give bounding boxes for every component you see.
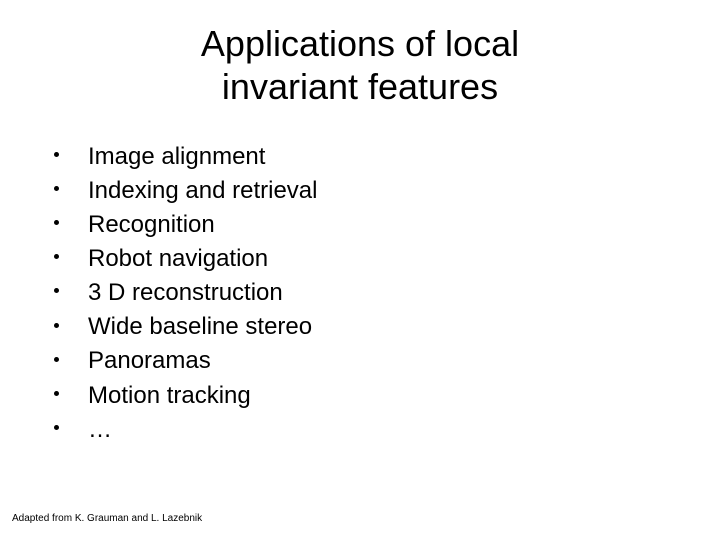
list-item: Indexing and retrieval: [48, 174, 317, 208]
bullet-list: Image alignment Indexing and retrieval R…: [48, 140, 317, 447]
list-item: Panoramas: [48, 344, 317, 378]
credit-text: Adapted from K. Grauman and L. Lazebnik: [12, 513, 202, 524]
bullet-icon: [48, 379, 88, 413]
bullet-icon: [48, 242, 88, 276]
title-line-2: invariant features: [222, 66, 498, 107]
slide-body: Image alignment Indexing and retrieval R…: [48, 140, 317, 447]
list-item: Motion tracking: [48, 379, 317, 413]
bullet-icon: [48, 208, 88, 242]
slide: Applications of local invariant features…: [0, 0, 720, 540]
list-item: 3 D reconstruction: [48, 276, 317, 310]
list-item-text: 3 D reconstruction: [88, 276, 283, 310]
list-item-text: Robot navigation: [88, 242, 268, 276]
list-item: …: [48, 413, 317, 447]
list-item-text: Image alignment: [88, 140, 265, 174]
list-item: Wide baseline stereo: [48, 310, 317, 344]
bullet-icon: [48, 344, 88, 378]
bullet-icon: [48, 174, 88, 208]
bullet-icon: [48, 310, 88, 344]
title-line-1: Applications of local: [201, 23, 519, 64]
bullet-icon: [48, 276, 88, 310]
bullet-icon: [48, 413, 88, 447]
list-item-text: Panoramas: [88, 344, 211, 378]
list-item-text: …: [88, 413, 112, 447]
bullet-icon: [48, 140, 88, 174]
list-item-text: Indexing and retrieval: [88, 174, 317, 208]
list-item: Image alignment: [48, 140, 317, 174]
list-item-text: Recognition: [88, 208, 215, 242]
list-item: Recognition: [48, 208, 317, 242]
list-item: Robot navigation: [48, 242, 317, 276]
slide-title: Applications of local invariant features: [0, 0, 720, 108]
list-item-text: Motion tracking: [88, 379, 251, 413]
list-item-text: Wide baseline stereo: [88, 310, 312, 344]
